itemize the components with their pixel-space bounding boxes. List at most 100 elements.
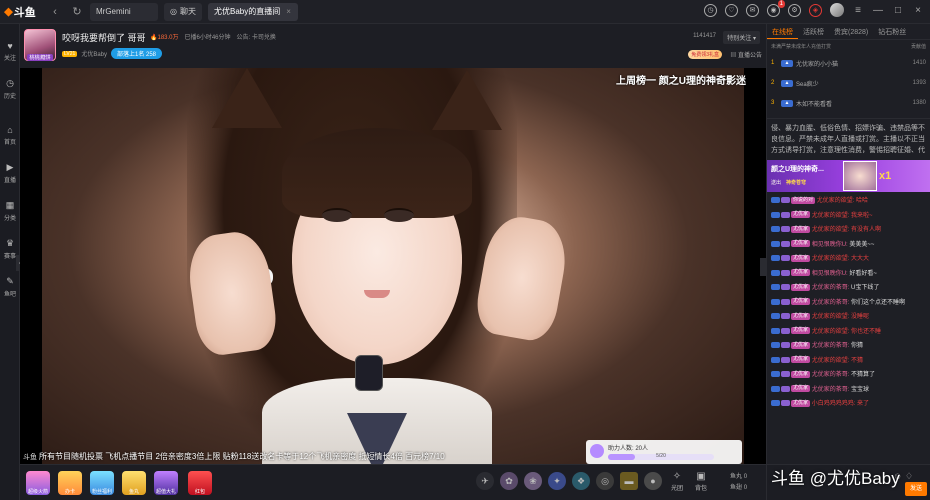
message-icon[interactable]: ✉ — [746, 3, 759, 17]
chat-username[interactable]: 尤优家的茶哥: — [812, 285, 850, 291]
gift-item-3-icon[interactable]: ❀ — [524, 472, 542, 490]
maximize-icon[interactable]: □ — [892, 5, 904, 16]
sidebar-label: 鱼吧 — [3, 292, 16, 298]
boost-popup[interactable]: 助力人数: 20人 5/20 — [586, 440, 742, 464]
gift-item-7-icon[interactable]: ▬ — [620, 472, 638, 490]
fans-badge: 尤优家 — [791, 341, 811, 349]
app-logo[interactable]: ◆ 斗鱼 — [0, 0, 40, 24]
chat-username[interactable]: 尤优家的欲望: — [812, 256, 850, 262]
video-eye-right — [384, 208, 414, 222]
minimize-icon[interactable]: — — [872, 5, 884, 16]
streamer-row: LV21 尤优Baby 部落上1名 258 — [62, 48, 163, 59]
chat-text: 你也还不睡 — [851, 328, 882, 335]
gift-item-4-icon[interactable]: ✦ — [548, 472, 566, 490]
chat-username[interactable]: 尤优家的茶哥: — [812, 387, 850, 393]
gift-box-icon[interactable]: ◈ — [809, 3, 822, 17]
chat-list: 你说的对 尤优家的欲望: 哈哈 尤优家 尤优家的欲望: 我来啦~ 尤优家 尤优家的欲… — [767, 194, 930, 412]
rank-number: 2 — [771, 80, 775, 86]
chat-username[interactable]: 尤优家的欲望: — [812, 314, 850, 320]
sidebar-item-follow[interactable]: ♥ 关注 — [0, 32, 20, 70]
tab-active-rank[interactable]: 活跃榜 — [798, 24, 829, 39]
chat-username[interactable]: 尤优家的欲望: — [812, 329, 850, 335]
sidebar-item-fishbar[interactable]: ✎ 鱼吧 — [0, 268, 20, 306]
fan-badge: ▲ — [781, 59, 793, 67]
chat-username[interactable]: 尤优家的欲望: — [817, 198, 855, 204]
gift-item-6-icon[interactable]: ◎ — [596, 472, 614, 490]
user-avatar[interactable] — [830, 3, 844, 17]
fans-medal-icon — [781, 342, 790, 349]
streamer-avatar[interactable]: 桃桃|糖饼 — [24, 29, 56, 61]
fans-badge: 尤优家 — [791, 385, 811, 393]
tab-mrgemini[interactable]: MrGemini — [90, 2, 158, 21]
gift-item-8-icon[interactable]: ● — [644, 472, 662, 490]
fishbar-icon: ✎ — [6, 276, 14, 286]
chat-username[interactable]: 相见恨晚你U: — [812, 271, 848, 277]
level-badge-icon — [771, 211, 780, 218]
level-badge-icon — [771, 313, 780, 320]
chat-text: 宝宝球 — [851, 386, 870, 393]
chat-username[interactable]: 尤优家的欲望: — [812, 227, 850, 233]
video-mic — [355, 355, 383, 391]
level-badge-icon — [771, 240, 780, 247]
light-group-button[interactable]: ✧ 光团 — [666, 471, 688, 492]
rank-row[interactable]: 2 ▲ Sea疯少 1393 — [767, 73, 930, 93]
tab-online-rank[interactable]: 在线榜 — [767, 24, 798, 39]
chat-username[interactable]: 尤优家的欲望: — [812, 213, 850, 219]
streamer-name[interactable]: 尤优Baby — [81, 49, 107, 58]
rank-row[interactable]: 1 ▲ 尤优家的小小猫 1410 — [767, 53, 930, 73]
chat-username[interactable]: 相见恨晚你U: — [812, 242, 848, 248]
video-player[interactable]: 上周榜一 颜之U理的神奇影迷 斗鱼 所有节目随机投票 飞机点播节目 2倍亲密度3倍… — [20, 68, 766, 464]
backpack-button[interactable]: ▣ 背包 — [690, 471, 712, 492]
sidebar-label: 历史 — [3, 94, 16, 100]
special-follow-button[interactable]: 特别关注 ▾ — [723, 31, 760, 44]
tab-label: 聊天 — [179, 7, 196, 16]
clock-icon[interactable]: ◷ — [704, 3, 717, 17]
avatar-label: 桃桃|糖饼 — [27, 54, 53, 61]
refresh-icon[interactable]: ↻ — [70, 5, 84, 19]
rank-row[interactable]: 3 ▲ 木如不能看看 1380 — [767, 93, 930, 113]
settings-icon[interactable]: ⚙ — [788, 3, 801, 17]
chat-text: 美美美~~ — [849, 241, 875, 248]
close-window-icon[interactable]: × — [912, 5, 924, 16]
chat-username[interactable]: 尤优家的茶哥: — [812, 372, 850, 378]
sidebar-item-home[interactable]: ⌂ 首页 — [0, 116, 20, 154]
fans-icon[interactable]: ♢ — [905, 471, 913, 482]
notification-icon[interactable]: ◉ 1 — [767, 0, 785, 17]
gift-item-5-icon[interactable]: ❖ — [572, 472, 590, 490]
tab-vip[interactable]: 贵宾(2828) — [829, 24, 873, 39]
chat-username[interactable]: 小白鸡鸡鸡鸡鸡: — [812, 401, 856, 407]
tab-live-room[interactable]: 尤优Baby的直播间 × — [207, 2, 298, 21]
chat-username[interactable]: 尤优家的茶哥: — [812, 343, 850, 349]
fans-medal-icon — [781, 211, 790, 218]
heart-icon[interactable]: ♡ — [725, 3, 738, 17]
hour-rank-button[interactable]: 部落上1名 258 — [111, 48, 163, 59]
gift-banner[interactable]: 颜之U理的神奇... 送出 神奇苍穹 x1 — [767, 160, 930, 192]
chat-username[interactable]: 尤优家的欲望: — [812, 358, 850, 364]
titlebar: ◆ 斗鱼 ‹ ↻ MrGemini ◎ 聊天 尤优Baby的直播间 × ◷ ♡ ✉ ◉… — [0, 0, 930, 24]
live-notice-link[interactable]: ▤ 直播公告 — [730, 50, 762, 59]
tab-chat[interactable]: ◎ 聊天 — [164, 2, 202, 21]
gift-item-1-icon[interactable]: ✈ — [476, 472, 494, 490]
menu-icon[interactable]: ≡ — [852, 5, 864, 16]
gift-item-2-icon[interactable]: ✿ — [500, 472, 518, 490]
chat-username[interactable]: 尤优家的茶哥: — [812, 300, 850, 306]
sidebar-item-live[interactable]: ▶ 直播 — [0, 154, 20, 192]
fans-badge: 尤优家 — [791, 312, 811, 320]
level-badge-icon — [771, 255, 780, 262]
tab-diamond-fans[interactable]: 钻石粉丝 — [873, 24, 911, 39]
sidebar-item-history[interactable]: ◷ 历史 — [0, 70, 20, 108]
fans-medal-icon — [781, 197, 790, 204]
fans-badge: 尤优家 — [791, 240, 811, 248]
back-icon[interactable]: ‹ — [48, 5, 62, 19]
banner-title: 颜之U理的神奇... — [771, 166, 824, 173]
level-badge-icon — [771, 342, 780, 349]
close-tab-icon[interactable]: × — [286, 7, 291, 16]
chat-text: 好看好看~ — [849, 270, 877, 277]
sidebar-item-category[interactable]: ▦ 分类 — [0, 192, 20, 230]
chat-text: 你们这个点还不睡啊 — [851, 299, 906, 306]
chat-text: 哈哈 — [856, 198, 869, 204]
chat-message: 尤优家 尤优家的欲望: 我来啦~ — [771, 209, 926, 224]
free-gift-tag[interactable]: 免费领3礼盒 — [688, 50, 722, 59]
send-button[interactable]: 发送 — [905, 482, 927, 496]
fan-badge: ▲ — [781, 99, 793, 107]
